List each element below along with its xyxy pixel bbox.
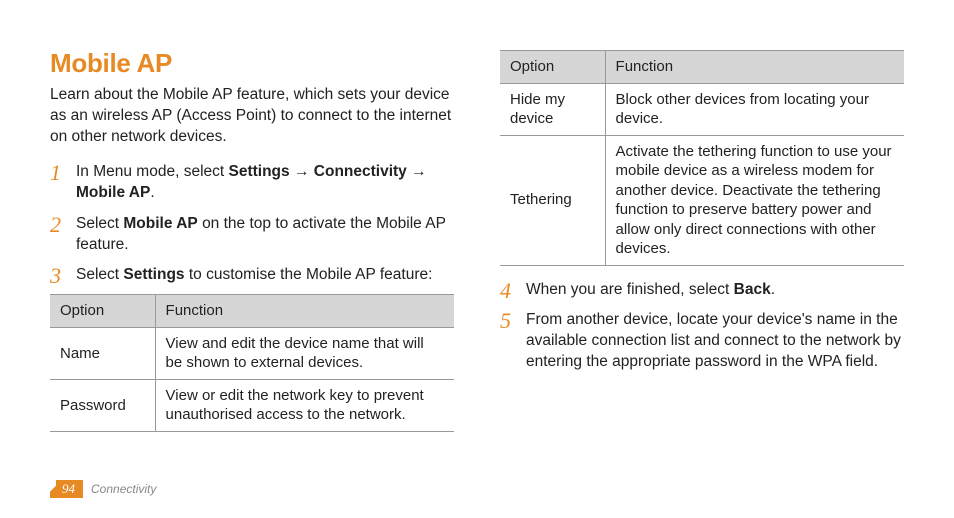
step-text: Select	[76, 266, 123, 283]
page-footer: 94 Connectivity	[50, 480, 904, 498]
options-table-2: Option Function Hide my device Block oth…	[500, 50, 904, 266]
step-text: .	[771, 281, 775, 298]
menu-path-mobile-ap: Mobile AP	[76, 184, 150, 201]
left-column: Mobile AP Learn about the Mobile AP feat…	[50, 48, 454, 480]
step-text: Select	[76, 215, 123, 232]
two-column-layout: Mobile AP Learn about the Mobile AP feat…	[50, 48, 904, 480]
option-name: Name	[50, 327, 155, 379]
table-row: Password View or edit the network key to…	[50, 379, 454, 431]
step-2: Select Mobile AP on the top to activate …	[50, 214, 454, 256]
table-header-function: Function	[605, 51, 904, 84]
step-list-cont: When you are finished, select Back. From…	[500, 280, 904, 374]
step-bold: Settings	[123, 266, 184, 283]
table-header-option: Option	[500, 51, 605, 84]
table-header-function: Function	[155, 295, 454, 328]
step-bold: Mobile AP	[123, 215, 197, 232]
option-desc: View or edit the network key to prevent …	[155, 379, 454, 431]
step-list: In Menu mode, select Settings → Connecti…	[50, 162, 454, 432]
step-text: to customise the Mobile AP feature:	[189, 266, 433, 283]
step-text: In Menu mode, select	[76, 163, 229, 180]
step-1: In Menu mode, select Settings → Connecti…	[50, 162, 454, 204]
step-text: From another device, locate your device'…	[526, 311, 901, 370]
option-desc: Activate the tethering function to use y…	[605, 135, 904, 265]
table-header-option: Option	[50, 295, 155, 328]
option-name: Password	[50, 379, 155, 431]
arrow-icon: →	[294, 163, 310, 180]
option-desc: View and edit the device name that will …	[155, 327, 454, 379]
options-table-1: Option Function Name View and edit the d…	[50, 294, 454, 432]
menu-path-connectivity: Connectivity	[314, 163, 407, 180]
table-row: Tethering Activate the tethering functio…	[500, 135, 904, 265]
step-4: When you are finished, select Back.	[500, 280, 904, 301]
menu-path-settings: Settings	[229, 163, 290, 180]
option-desc: Block other devices from locating your d…	[605, 83, 904, 135]
right-column: Option Function Hide my device Block oth…	[500, 48, 904, 480]
option-name: Hide my device	[500, 83, 605, 135]
step-5: From another device, locate your device'…	[500, 310, 904, 373]
option-name: Tethering	[500, 135, 605, 265]
table-row: Hide my device Block other devices from …	[500, 83, 904, 135]
table-header-row: Option Function	[500, 51, 904, 84]
arrow-icon: →	[411, 163, 427, 180]
step-text: When you are finished, select	[526, 281, 734, 298]
section-heading: Mobile AP	[50, 48, 454, 79]
step-bold: Back	[734, 281, 771, 298]
manual-page: Mobile AP Learn about the Mobile AP feat…	[0, 0, 954, 518]
intro-paragraph: Learn about the Mobile AP feature, which…	[50, 85, 454, 148]
table-header-row: Option Function	[50, 295, 454, 328]
step-text: .	[150, 184, 154, 201]
step-3: Select Settings to customise the Mobile …	[50, 265, 454, 431]
page-number-badge: 94	[50, 480, 83, 498]
footer-section-name: Connectivity	[91, 482, 156, 496]
table-row: Name View and edit the device name that …	[50, 327, 454, 379]
